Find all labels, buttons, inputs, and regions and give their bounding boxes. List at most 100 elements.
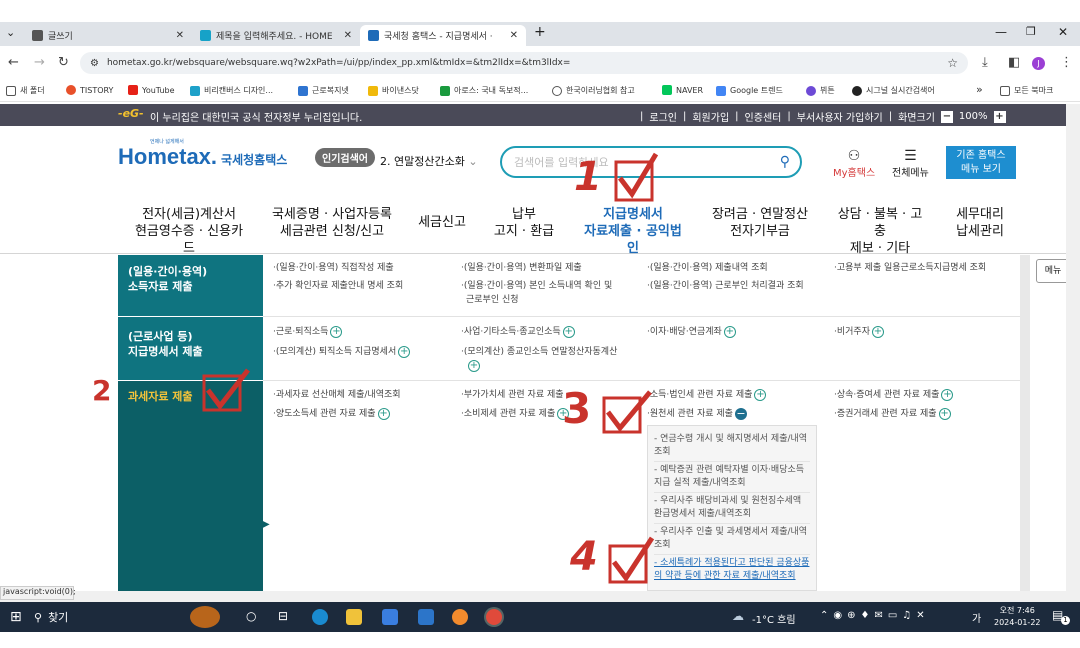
zoom-out-button[interactable]: − [940,110,953,123]
old-hometax-button[interactable]: 기존 홈택스 메뉴 보기 [946,146,1016,179]
bookmark-star-icon[interactable]: ☆ [947,56,958,70]
menu-link[interactable]: ·근로·퇴직소득 + [273,325,343,340]
gnb-consultation[interactable]: 상담 · 불복 · 고충 제보 · 기타 [832,206,928,257]
gnb-payment-statement[interactable]: 지급명세서 자료제출 · 공익법인 [580,206,686,261]
close-tab-icon[interactable]: ✕ [176,30,184,41]
expand-plus-icon[interactable]: + [938,407,951,420]
bookmark-naver[interactable]: NAVER [662,85,703,95]
menu-link[interactable]: ·(일용·간이·용역) 근로부인 처리결과 조회 [647,279,804,294]
hometax-logo[interactable]: Hometax. 국세청홈택스 [118,144,287,170]
menu-link[interactable]: ·(일용·간이·용역) 제출내역 조회 [647,261,768,276]
chevron-down-icon[interactable]: ⌄ [468,155,477,168]
tab-hometax[interactable]: 국세청 홈택스 - 지급명세서 · ✕ [360,25,526,46]
store-icon[interactable] [382,609,398,625]
windows-start-icon[interactable]: ⊞ [10,609,22,625]
task-view-icon[interactable]: ○ [246,609,256,623]
menu-link[interactable]: ·부가가치세 관련 자료 제출 [461,388,564,403]
ime-icon[interactable]: 가 [972,610,981,625]
profile-avatar[interactable]: J [1032,57,1045,70]
search-icon[interactable]: ⚲ [780,154,790,170]
clock[interactable]: 오전 7:46 2024-01-22 [994,605,1041,629]
tab-title-input[interactable]: 제목을 입력해주세요. - HOME ✕ [192,25,360,46]
menu-link[interactable]: ·상속·증여세 관련 자료 제출 + [834,388,954,403]
menu-link[interactable]: ·추가 확인자료 제출안내 명세 조회 [273,279,403,294]
bookmarks-more[interactable]: » [976,83,983,96]
bookmark-binance[interactable]: 바이낸스닷 [368,85,419,96]
menu-link-cont[interactable]: 근로부인 신청 [466,293,519,308]
expand-plus-icon[interactable]: + [871,325,884,338]
menu-link[interactable]: ·소득·법인세 관련 자료 제출 + [647,388,767,403]
new-tab-button[interactable]: + [534,24,546,40]
expand-plus-icon[interactable]: + [562,325,575,338]
expand-plus-icon[interactable]: + [398,345,411,358]
menu-link[interactable]: ·고용부 제출 일용근로소득지급명세 조회 [834,261,986,276]
bookmark-welfare[interactable]: 근로복지넷 [298,85,349,96]
reload-icon[interactable]: ↻ [58,55,69,70]
site-info-icon[interactable]: ⚙ [90,58,99,69]
menu-link[interactable]: ·(일용·간이·용역) 본인 소득내역 확인 및 [461,279,612,294]
menu-link[interactable]: ·과세자료 선산매체 제출/내역조회 [273,388,401,403]
browser-menu-icon[interactable]: ⋮ [1060,55,1073,70]
bookmark-youtube[interactable]: YouTube [128,85,175,95]
page-scrollbar[interactable] [1066,104,1080,591]
url-input[interactable]: ⚙ hometax.go.kr/websquare/websquare.wq?w… [80,52,968,74]
file-explorer-icon[interactable] [346,609,362,625]
menu-link[interactable]: ·(일용·간이·용역) 직접작성 제출 [273,261,394,276]
minimize-icon[interactable]: — [995,25,1007,39]
expand-plus-icon[interactable]: + [754,388,767,401]
expand-plus-icon[interactable]: + [723,325,736,338]
gnb-e-invoice[interactable]: 전자(세금)계산서 현금영수증 · 신용카드 [130,206,248,257]
system-tray-icons[interactable]: ⌃◉⊕♦✉▭♫✕ [820,610,930,621]
restore-icon[interactable]: ❐ [1026,25,1036,38]
expand-plus-icon[interactable]: + [468,360,480,372]
signup-link[interactable]: 회원가입 [692,109,729,124]
tab-write[interactable]: 글쓰기 ✕ [24,25,192,46]
submenu-item[interactable]: - 예탁증권 관련 예탁자별 이자·배당소득 지급 실적 제출/내역조회 [654,462,810,493]
popular-search-term[interactable]: 2. 연말정산간소화 ⌄ [380,153,478,169]
app-icon[interactable] [452,609,468,625]
menu-link[interactable]: ·(모의계산) 종교인소득 연말정산자동계산 [461,345,617,360]
submenu-item[interactable]: - 우리사주 배당비과세 및 원천징수세액 환급명세서 제출/내역조회 [654,493,810,524]
menu-link[interactable]: ·(모의계산) 퇴직소득 지급명세서 + [273,345,411,360]
expand-plus-icon[interactable]: + [330,325,343,338]
gnb-tax-agent[interactable]: 세무대리 납세관리 [950,206,1010,240]
menu-link[interactable]: ·(일용·간이·용역) 변환파일 제출 [461,261,582,276]
close-window-icon[interactable]: ✕ [1058,25,1068,39]
bookmark-canvas[interactable]: 비리캔버스 디자인... [190,85,273,96]
menu-link[interactable]: ·이자·배당·연금계좌 + [647,325,736,340]
mail-icon[interactable] [418,609,434,625]
submenu-item-highlight[interactable]: - 소세특례가 적용된다고 판단된 금융상품의 약관 등에 관한 자료 제출/내… [654,555,810,585]
side-menu-tab[interactable]: 메뉴 [1036,259,1070,283]
all-menu-button[interactable]: ☰ 전체메뉴 [892,148,929,179]
expand-plus-icon[interactable]: + [941,388,954,401]
all-bookmarks[interactable]: 모든 북마크 [1000,85,1053,96]
horizontal-scrollbar[interactable] [0,591,1080,602]
panel-scrollbar[interactable] [1020,255,1030,591]
menu-link[interactable]: ·증권거래세 관련 자료 제출 + [834,407,951,422]
my-hometax-button[interactable]: ⚇ My홈택스 [833,148,875,179]
menu-link[interactable]: ·사업·기타소득·종교인소득 + [461,325,575,340]
dept-user-link[interactable]: 부서사용자 가입하기 [797,109,883,124]
bookmark-tistory[interactable]: TISTORY [66,85,113,95]
gnb-incentive[interactable]: 장려금 · 연말정산 전자기부금 [710,206,810,240]
widgets-icon[interactable]: ⊟ [278,609,288,623]
submenu-item[interactable]: - 우리사주 인출 및 과세명세서 제출/내역조회 [654,524,810,555]
close-tab-icon[interactable]: ✕ [510,30,518,41]
gnb-payment[interactable]: 납부 고지 · 환급 [492,206,556,240]
expand-plus-icon[interactable]: + [377,407,390,420]
section-daily-income[interactable]: (일용·간이·용역) 소득자료 제출 [118,255,263,316]
login-link[interactable]: 로그인 [649,109,677,124]
menu-link[interactable]: ·양도소득세 관련 자료 제출 + [273,407,390,422]
chrome-icon[interactable] [486,609,502,625]
bookmark-buiton[interactable]: 뷔튼 [806,85,835,96]
forward-icon[interactable]: → [34,55,45,70]
bookmark-elearning[interactable]: 한국이러닝협회 참고 [552,85,635,96]
collapse-minus-icon[interactable]: − [734,407,747,420]
zoom-in-button[interactable]: + [993,110,1006,123]
taskbar-search[interactable]: ⚲ 찾기 [34,609,68,625]
bookmark-folder[interactable]: 새 폴더 [6,85,45,96]
bookmark-signal[interactable]: 시그널 실시간검색어 [852,85,935,96]
menu-link[interactable]: ·비거주자 + [834,325,884,340]
sidepanel-icon[interactable]: ◧ [1008,55,1020,70]
close-tab-icon[interactable]: ✕ [344,30,352,41]
